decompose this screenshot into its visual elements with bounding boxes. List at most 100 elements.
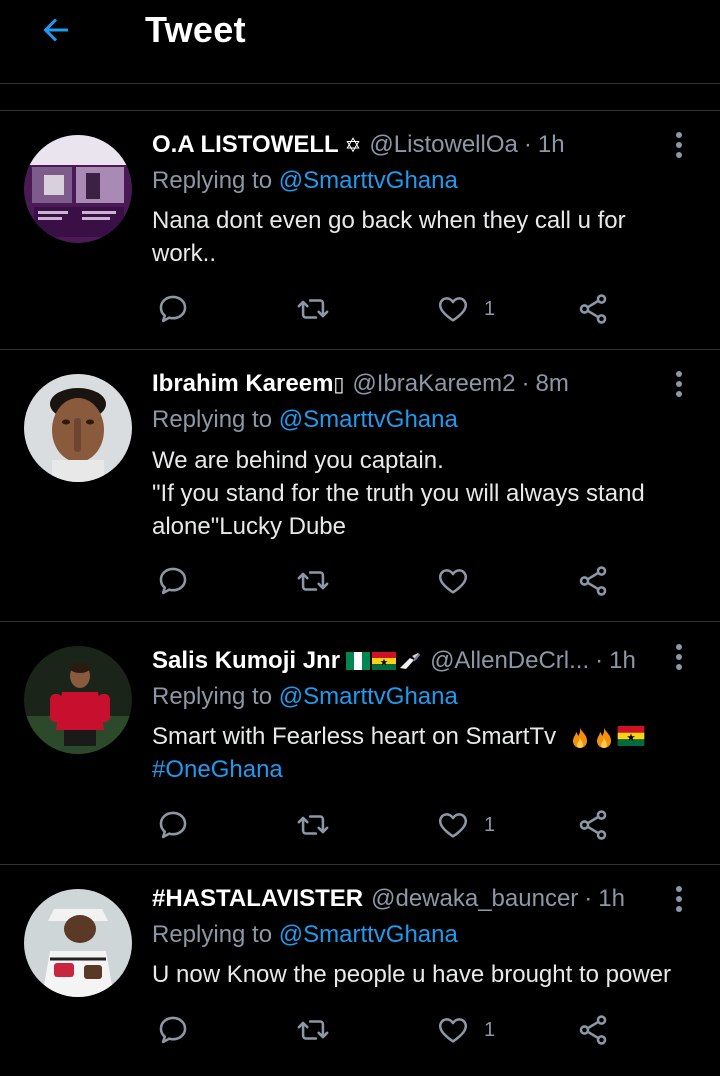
more-options-button[interactable] [664, 640, 694, 674]
reply-button[interactable] [156, 287, 190, 331]
name-emoji [346, 652, 422, 670]
retweet-button[interactable] [296, 559, 330, 603]
heart-icon [438, 1018, 468, 1043]
reply-button[interactable] [156, 1008, 190, 1052]
replying-prefix: Replying to [152, 167, 279, 194]
share-button[interactable] [576, 1008, 610, 1052]
user-handle[interactable]: @ListowellOa [369, 131, 517, 159]
replying-prefix: Replying to [152, 921, 279, 948]
mention-link[interactable]: @SmarttvGhana [279, 167, 458, 194]
share-button[interactable] [576, 287, 610, 331]
page-title: Tweet [145, 9, 246, 50]
retweet-icon [297, 815, 329, 835]
separator-dot: · [595, 647, 604, 674]
tweet-header: Salis Kumoji Jnr @AllenDeCrl... · 1h [152, 644, 636, 678]
fire-icon [596, 726, 611, 748]
tweet-item[interactable]: Ibrahim Kareem ▯ @IbraKareem2 · 8m Reply… [0, 350, 720, 622]
timestamp[interactable]: 1h [598, 885, 625, 913]
tweet-item[interactable]: O.A LISTOWELL ✡ @ListowellOa · 1h Replyi… [0, 111, 720, 350]
tweet-actions: 1 [152, 803, 622, 847]
display-name[interactable]: O.A LISTOWELL [152, 131, 339, 159]
reply-button[interactable] [156, 559, 190, 603]
user-handle[interactable]: @IbraKareem2 [352, 370, 515, 398]
display-name[interactable]: Ibrahim Kareem [152, 370, 333, 398]
tweet-text-content: Smart with Fearless heart on SmartTv [152, 723, 557, 750]
user-handle[interactable]: @AllenDeCrl... [430, 647, 589, 675]
tweet-header: Ibrahim Kareem ▯ @IbraKareem2 · 8m [152, 367, 569, 401]
avatar[interactable] [24, 135, 132, 243]
heart-icon [438, 297, 468, 322]
heart-icon [438, 813, 468, 838]
tweet-actions: 1 [152, 287, 622, 331]
emoji-group [569, 725, 645, 750]
writing-hand-icon [400, 653, 421, 669]
retweet-icon [297, 571, 329, 591]
app-header: Tweet [0, 0, 720, 84]
more-vertical-icon [676, 644, 682, 670]
timestamp[interactable]: 1h [609, 647, 636, 675]
replying-prefix: Replying to [152, 683, 279, 710]
tweet-text-line: Smart with Fearless heart on SmartTv [152, 720, 692, 753]
avatar[interactable] [24, 374, 132, 482]
like-count: 1 [484, 813, 496, 836]
tweet-item[interactable]: #HASTALAVISTER @dewaka_bauncer · 1h Repl… [0, 865, 720, 1076]
reply-icon [159, 295, 187, 323]
tweet-actions: 1 [152, 1008, 622, 1052]
name-emoji: ✡ [344, 134, 362, 157]
tweet-actions [152, 559, 622, 603]
nigeria-flag-icon [346, 652, 371, 670]
display-name[interactable]: #HASTALAVISTER [152, 885, 363, 913]
name-emoji: ▯ [333, 373, 345, 396]
avatar[interactable] [24, 646, 132, 754]
avatar-image [24, 374, 132, 482]
tweet-item[interactable]: Salis Kumoji Jnr @AllenDeCrl... · 1h Rep… [0, 622, 720, 865]
like-count: 1 [484, 1018, 496, 1041]
replying-to: Replying to @SmarttvGhana [152, 918, 458, 952]
mention-link[interactable]: @SmarttvGhana [279, 406, 458, 433]
replying-to: Replying to @SmarttvGhana [152, 403, 458, 437]
reply-icon [159, 811, 187, 839]
tweet-header: O.A LISTOWELL ✡ @ListowellOa · 1h [152, 128, 565, 162]
separator-dot: · [584, 885, 593, 912]
tweet-text: Nana dont even go back when they call u … [152, 207, 626, 267]
mention-link[interactable]: @SmarttvGhana [279, 921, 458, 948]
like-button[interactable] [436, 559, 484, 603]
more-vertical-icon [676, 371, 682, 397]
retweet-icon [297, 1020, 329, 1040]
retweet-button[interactable] [296, 803, 330, 847]
avatar-image [24, 135, 132, 243]
share-button[interactable] [576, 559, 610, 603]
more-vertical-icon [676, 132, 682, 158]
back-arrow-icon [43, 18, 68, 42]
retweet-button[interactable] [296, 287, 330, 331]
tweet-text: We are behind you captain. "If you stand… [152, 444, 692, 543]
avatar[interactable] [24, 889, 132, 997]
share-button[interactable] [576, 803, 610, 847]
more-options-button[interactable] [664, 367, 694, 401]
hashtag-link[interactable]: #OneGhana [152, 753, 692, 786]
display-name[interactable]: Salis Kumoji Jnr [152, 647, 340, 675]
replying-prefix: Replying to [152, 406, 279, 433]
tweet-text-line: We are behind you captain. [152, 447, 444, 474]
replying-to: Replying to @SmarttvGhana [152, 680, 458, 714]
like-button[interactable]: 1 [436, 287, 495, 331]
like-button[interactable]: 1 [436, 1008, 495, 1052]
ghana-flag-icon [372, 652, 397, 670]
reply-button[interactable] [156, 803, 190, 847]
more-options-button[interactable] [664, 882, 694, 916]
mention-link[interactable]: @SmarttvGhana [279, 683, 458, 710]
user-handle[interactable]: @dewaka_bauncer [371, 885, 578, 913]
separator-dot: · [521, 370, 530, 397]
more-options-button[interactable] [664, 128, 694, 162]
ghana-flag-icon [617, 725, 645, 746]
timestamp[interactable]: 1h [538, 131, 565, 159]
reply-icon [159, 567, 187, 595]
timestamp[interactable]: 8m [536, 370, 569, 398]
retweet-button[interactable] [296, 1008, 330, 1052]
like-button[interactable]: 1 [436, 803, 495, 847]
back-button[interactable] [34, 8, 78, 52]
replying-to: Replying to @SmarttvGhana [152, 164, 458, 198]
avatar-image [24, 646, 132, 754]
like-count: 1 [484, 297, 496, 320]
avatar-image [24, 889, 132, 997]
